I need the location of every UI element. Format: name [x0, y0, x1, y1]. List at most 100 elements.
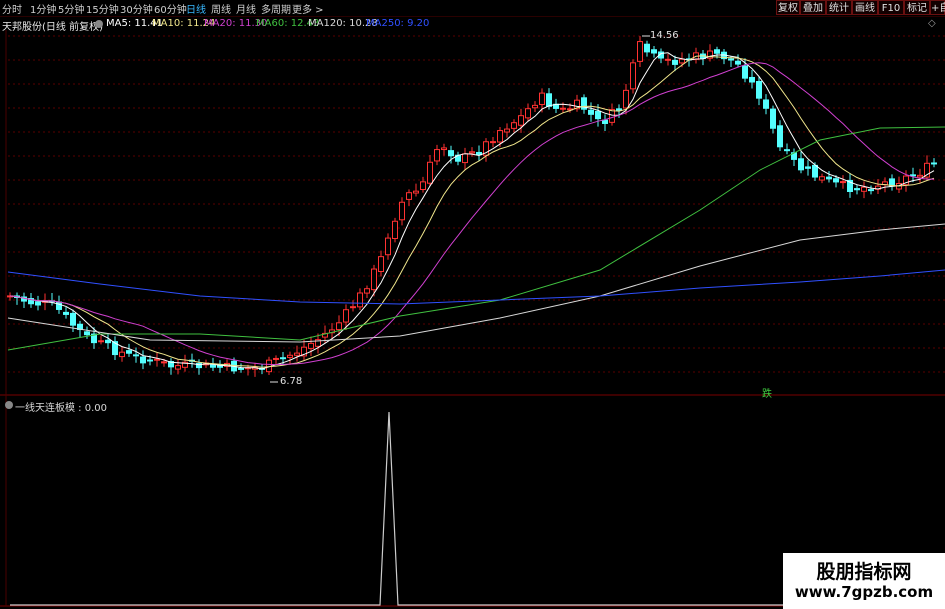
candle-body-11 [84, 331, 90, 336]
candle-body-104 [735, 60, 741, 65]
candle-body-74 [525, 108, 531, 119]
ma60-line [7, 126, 945, 351]
candle-body-108 [763, 99, 769, 109]
candle-body-123 [868, 189, 874, 192]
candle-body-58 [413, 190, 419, 194]
candle-body-96 [679, 58, 685, 64]
candle-body-70 [497, 130, 503, 143]
candle-body-72 [511, 122, 517, 129]
watermark-title: 股朋指标网 [816, 561, 912, 583]
candle-body-69 [490, 141, 496, 144]
candle-body-48 [343, 309, 349, 323]
candle-body-121 [854, 188, 860, 191]
candle-body-8 [63, 311, 69, 315]
candle-body-33 [238, 367, 244, 370]
candle-body-88 [623, 89, 629, 109]
candle-body-29 [210, 364, 216, 368]
low-price-label: 6.78 [280, 376, 303, 387]
candle-body-66 [469, 151, 475, 154]
candle-body-107 [756, 80, 762, 99]
diamond-icon[interactable]: ◇ [928, 18, 936, 29]
candle-body-119 [840, 181, 846, 184]
candle-body-54 [385, 237, 391, 256]
candle-body-106 [749, 76, 755, 83]
candle-body-17 [126, 350, 132, 354]
ma5-line [9, 52, 935, 370]
candle-body-49 [350, 306, 356, 309]
candle-body-4 [35, 301, 41, 306]
candle-body-110 [777, 125, 783, 148]
candle-body-91 [644, 43, 650, 53]
candle-body-79 [560, 107, 566, 110]
candle-body-71 [504, 128, 510, 133]
candle-body-52 [371, 268, 377, 291]
candle-body-13 [98, 340, 104, 343]
high-price-label: 14.56 [650, 30, 679, 41]
candle-body-22 [161, 361, 167, 364]
watermark: 股朋指标网 www.7gpzb.com [783, 553, 945, 609]
signal-text: 跌 [762, 389, 772, 400]
candle-body-59 [420, 181, 426, 191]
settings-dot-icon[interactable] [95, 20, 103, 28]
stock-title: 天邦股份(日线 前复权) [2, 22, 103, 33]
candle-body-38 [273, 357, 279, 360]
candle-body-95 [672, 59, 678, 65]
candle-body-103 [728, 58, 734, 61]
candle-body-76 [539, 92, 545, 105]
candle-body-63 [448, 150, 454, 157]
candle-body-40 [287, 354, 293, 358]
candle-body-132 [931, 162, 937, 165]
watermark-url: www.7gpzb.com [794, 583, 934, 601]
candle-body-73 [518, 115, 524, 126]
candle-body-116 [819, 176, 825, 181]
candle-body-75 [532, 104, 538, 109]
candle-body-117 [826, 176, 832, 180]
candle-body-41 [294, 352, 300, 356]
candle-body-113 [798, 158, 804, 171]
candle-body-89 [630, 62, 636, 90]
candle-body-9 [70, 312, 76, 326]
candle-body-105 [742, 65, 748, 79]
candle-body-118 [833, 178, 839, 183]
candle-body-90 [637, 41, 643, 62]
candle-body-115 [812, 164, 818, 178]
candle-body-55 [392, 220, 398, 240]
candle-body-61 [434, 149, 440, 162]
candle-body-16 [119, 351, 125, 358]
candle-body-51 [364, 288, 370, 294]
candle-body-111 [784, 149, 790, 152]
candle-body-7 [56, 301, 62, 310]
candle-body-50 [357, 292, 363, 308]
candle-body-87 [616, 108, 622, 111]
candle-body-57 [406, 192, 412, 200]
candle-body-77 [546, 93, 552, 107]
candle-body-14 [105, 339, 111, 344]
candle-body-92 [651, 49, 657, 54]
candle-body-62 [441, 147, 447, 151]
candle-body-129 [910, 174, 916, 177]
indicator-settings-dot-icon[interactable] [5, 401, 13, 409]
indicator-label: 一线天连板模 : 0.00 [15, 403, 107, 414]
candle-body-21 [154, 358, 160, 361]
candle-body-60 [427, 161, 433, 184]
ma10-line [9, 55, 935, 368]
ma-legend-item-5: MA250: 9.20 [366, 18, 430, 29]
candle-body-130 [917, 174, 923, 178]
ma250-line [7, 269, 945, 305]
candle-body-86 [609, 109, 615, 123]
candle-body-83 [588, 109, 594, 115]
kline-chart[interactable] [0, 0, 945, 609]
candle-body-53 [378, 256, 384, 272]
candle-body-20 [147, 359, 153, 362]
candle-body-85 [602, 119, 608, 124]
candle-body-47 [336, 322, 342, 331]
candle-body-65 [462, 153, 468, 164]
candle-body-24 [175, 365, 181, 370]
candle-body-109 [770, 108, 776, 129]
candle-body-18 [133, 354, 139, 357]
candle-body-84 [595, 110, 601, 120]
candle-body-122 [861, 186, 867, 192]
candle-body-39 [280, 357, 286, 360]
candle-body-94 [665, 58, 671, 61]
candle-body-43 [308, 342, 314, 349]
